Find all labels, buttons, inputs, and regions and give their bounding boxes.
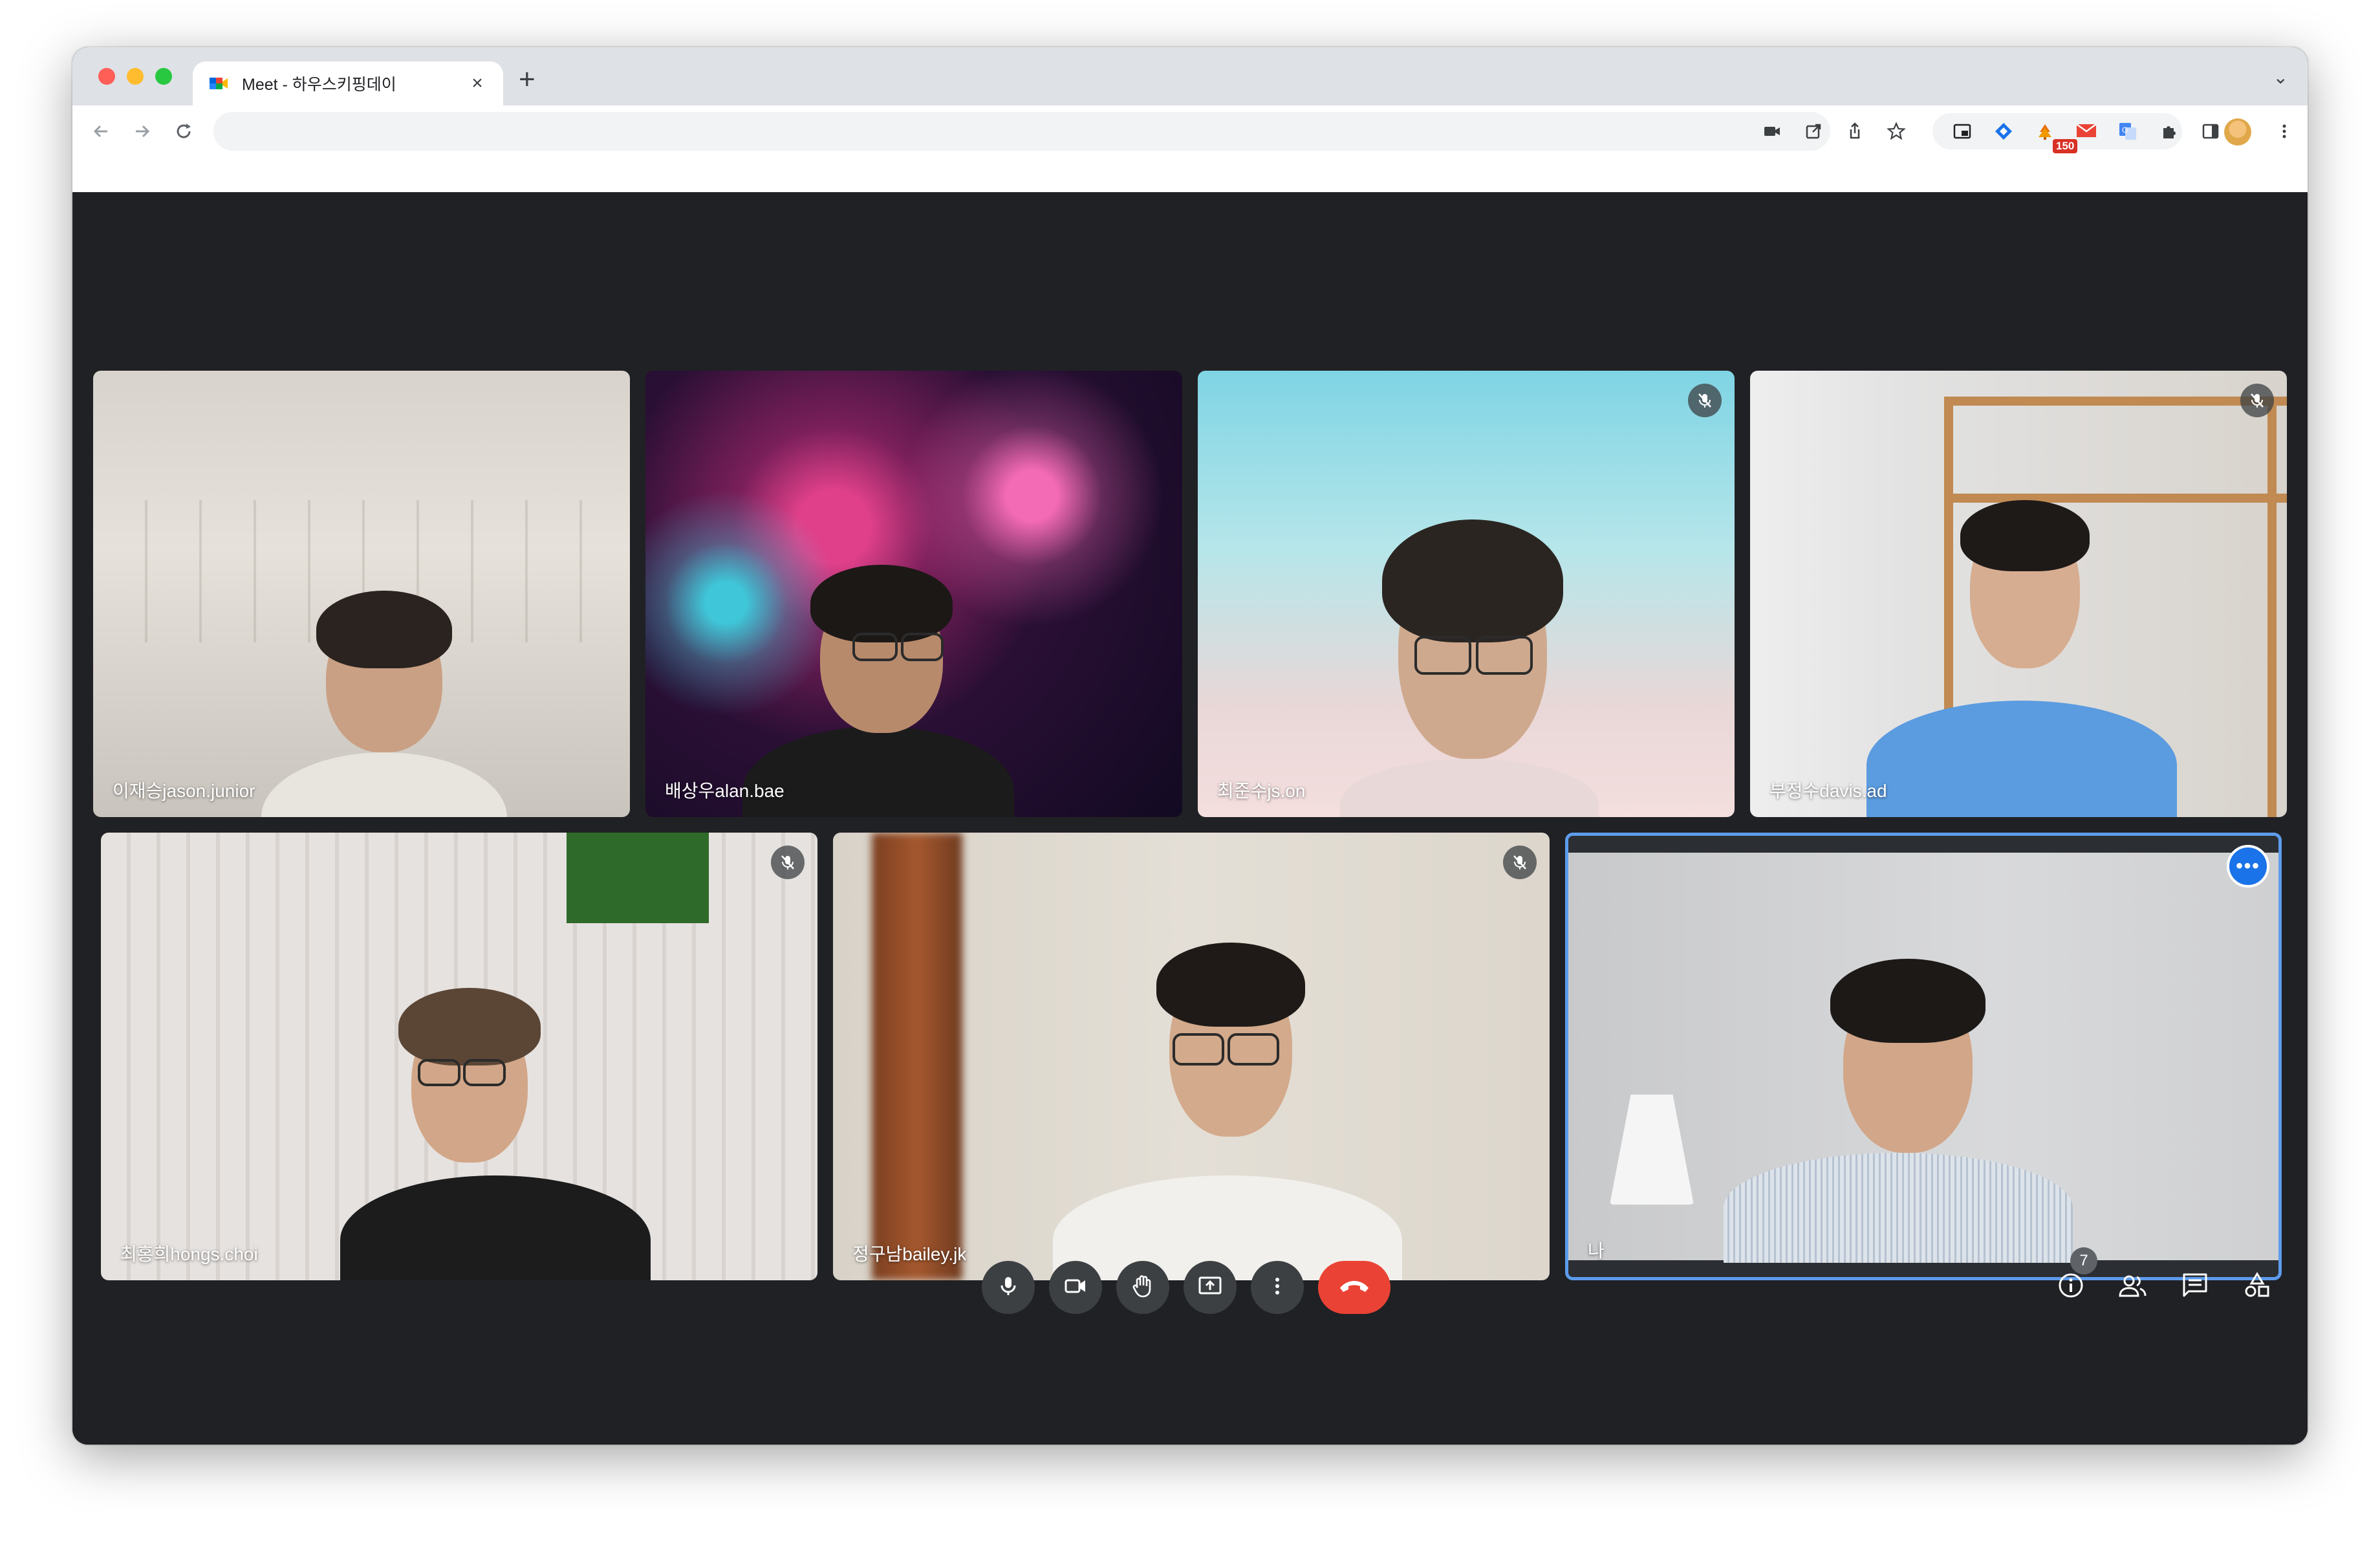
browser-menu-icon[interactable] bbox=[2270, 117, 2299, 146]
close-tab-button[interactable]: × bbox=[467, 73, 488, 94]
diamond-extension-icon[interactable] bbox=[1989, 117, 2018, 146]
participant-name: 정구남bailey.jk bbox=[852, 1244, 967, 1264]
back-icon[interactable] bbox=[87, 117, 115, 146]
more-options-button[interactable] bbox=[1251, 1261, 1304, 1314]
present-icon bbox=[1198, 1274, 1222, 1301]
raise-hand-button[interactable] bbox=[1116, 1261, 1169, 1314]
chat-button[interactable] bbox=[2176, 1267, 2214, 1306]
browser-window: Meet - 하우스키핑데이 × + ⌄ 150 G 이재승jason.juni… bbox=[72, 47, 2308, 1445]
raise-hand-icon bbox=[1131, 1274, 1154, 1302]
forward-icon[interactable] bbox=[128, 117, 157, 146]
activities-icon bbox=[2243, 1271, 2271, 1303]
participant-name: 최준수js.on bbox=[1217, 781, 1306, 801]
end-call-button[interactable] bbox=[1318, 1261, 1390, 1314]
participant-tile[interactable]: 정구남bailey.jk bbox=[833, 833, 1550, 1280]
participant-name: 부정수davis.ad bbox=[1769, 781, 1887, 801]
browser-tab[interactable]: Meet - 하우스키핑데이 × bbox=[193, 61, 503, 105]
people-icon bbox=[2118, 1271, 2148, 1303]
info-icon bbox=[2057, 1271, 2085, 1303]
mic-off-icon bbox=[2240, 384, 2274, 417]
share-icon[interactable] bbox=[1841, 117, 1869, 146]
translate-extension-icon[interactable]: G bbox=[2114, 117, 2142, 146]
participant-tile[interactable]: 최홍희hongs.choi bbox=[101, 833, 817, 1280]
meeting-stage: 이재승jason.junior 배상우alan.bae 최준수js.on 부정수… bbox=[72, 192, 2308, 1445]
participant-name: 최홍희hongs.choi bbox=[120, 1244, 258, 1264]
participant-name: 이재승jason.junior bbox=[113, 781, 255, 801]
participant-name: 나 bbox=[1588, 1241, 1605, 1261]
new-tab-button[interactable]: + bbox=[519, 65, 536, 94]
profile-avatar[interactable] bbox=[2224, 118, 2251, 146]
host-controls-icon bbox=[2305, 1271, 2308, 1303]
participant-name: 배상우alan.bae bbox=[665, 781, 784, 801]
maximize-window-button[interactable] bbox=[155, 68, 172, 85]
extensions-puzzle-icon[interactable] bbox=[2155, 117, 2183, 146]
close-window-button[interactable] bbox=[98, 68, 115, 85]
mic-icon bbox=[997, 1274, 1020, 1301]
mic-off-icon bbox=[1688, 384, 1722, 417]
chat-icon bbox=[2181, 1271, 2209, 1303]
participant-tile[interactable]: 이재승jason.junior bbox=[93, 371, 630, 817]
participant-video bbox=[1053, 917, 1402, 1280]
bookmark-star-icon[interactable] bbox=[1882, 117, 1910, 146]
participant-tile[interactable]: 최준수js.on bbox=[1198, 371, 1735, 817]
activities-button[interactable] bbox=[2238, 1267, 2277, 1306]
side-panel-icon[interactable] bbox=[2196, 117, 2225, 146]
minimize-window-button[interactable] bbox=[127, 68, 144, 85]
participant-video bbox=[1724, 939, 2073, 1263]
participant-video bbox=[1340, 487, 1599, 817]
mail-unread-badge: 150 bbox=[2053, 139, 2078, 153]
svg-text:G: G bbox=[2122, 126, 2128, 135]
open-external-icon[interactable] bbox=[1799, 117, 1828, 146]
camera-button[interactable] bbox=[1049, 1261, 1102, 1314]
meet-logo-icon bbox=[208, 73, 229, 94]
address-bar[interactable] bbox=[213, 112, 1830, 151]
mic-off-icon bbox=[1503, 846, 1537, 879]
tab-title: Meet - 하우스키핑데이 bbox=[242, 76, 396, 94]
browser-toolbar: 150 G bbox=[72, 105, 2308, 157]
participant-tile[interactable]: 부정수davis.ad bbox=[1750, 371, 2287, 817]
tab-bar: Meet - 하우스키핑데이 × + ⌄ bbox=[72, 47, 2308, 105]
present-button[interactable] bbox=[1184, 1261, 1237, 1314]
host-controls-button[interactable] bbox=[2300, 1267, 2308, 1306]
more-options-icon bbox=[1271, 1274, 1284, 1301]
participant-tile[interactable]: 배상우alan.bae bbox=[645, 371, 1182, 817]
end-call-icon bbox=[1337, 1276, 1371, 1299]
participant-video bbox=[340, 962, 651, 1280]
people-count-badge: 7 bbox=[2070, 1247, 2097, 1274]
page-top-strip bbox=[72, 157, 2308, 192]
camera-icon bbox=[1063, 1274, 1088, 1301]
picture-in-picture-icon[interactable] bbox=[1948, 117, 1976, 146]
self-tile[interactable]: ••• 나 bbox=[1565, 833, 2282, 1280]
tab-search-button[interactable]: ⌄ bbox=[2273, 67, 2288, 88]
reload-icon[interactable] bbox=[169, 117, 198, 146]
participant-video bbox=[742, 513, 1014, 817]
mic-button[interactable] bbox=[982, 1261, 1035, 1314]
people-button[interactable] bbox=[2114, 1267, 2152, 1306]
self-more-options-button[interactable]: ••• bbox=[2227, 845, 2269, 888]
camera-in-use-icon[interactable] bbox=[1758, 117, 1786, 146]
mic-off-icon bbox=[771, 846, 805, 879]
participant-video bbox=[261, 558, 507, 817]
participant-video bbox=[1866, 474, 2177, 817]
